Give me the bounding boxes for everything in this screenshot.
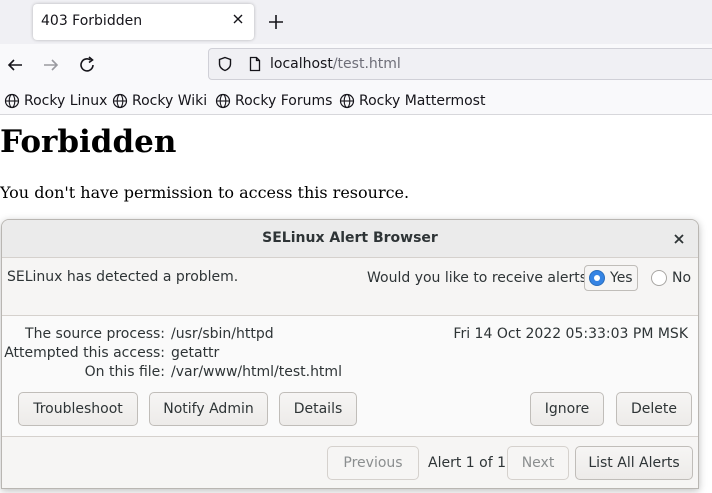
dialog-title: SELinux Alert Browser <box>262 230 438 246</box>
bookmark-rocky-mattermost[interactable]: Rocky Mattermost <box>339 92 485 110</box>
radio-yes[interactable]: Yes <box>584 265 638 291</box>
radio-button-checked[interactable] <box>589 270 605 286</box>
radio-no[interactable]: No <box>647 265 695 291</box>
file-value: /var/www/html/test.html <box>171 364 342 380</box>
radio-button[interactable] <box>651 270 667 286</box>
bookmarks-toolbar: Rocky Linux Rocky Wiki Rocky Forums Rock… <box>0 85 712 115</box>
globe-icon <box>4 93 20 109</box>
list-all-alerts-button[interactable]: List All Alerts <box>575 446 693 480</box>
navigation-toolbar: localhost/test.html <box>0 44 712 85</box>
access-value: getattr <box>171 345 220 361</box>
bookmark-label: Rocky Forums <box>235 93 333 109</box>
alert-detail-panel: The source process: /usr/sbin/httpd Atte… <box>2 315 698 437</box>
tab-title: 403 Forbidden <box>41 13 143 29</box>
back-arrow-icon[interactable] <box>4 54 26 76</box>
dialog-header[interactable]: SELinux Alert Browser <box>2 220 698 258</box>
alert-pager-text: Alert 1 of 1 <box>428 455 506 471</box>
detected-message: SELinux has detected a problem. <box>7 269 239 285</box>
globe-icon <box>339 93 355 109</box>
close-icon[interactable] <box>231 12 245 26</box>
access-label: Attempted this access: <box>4 345 165 361</box>
notify-admin-button[interactable]: Notify Admin <box>149 392 268 426</box>
page-icon[interactable] <box>247 56 263 72</box>
reload-icon[interactable] <box>76 54 98 76</box>
radio-yes-label: Yes <box>610 270 633 286</box>
forward-arrow-icon[interactable] <box>40 54 62 76</box>
details-button[interactable]: Details <box>279 392 357 426</box>
url-path: /test.html <box>332 56 401 72</box>
next-button[interactable]: Next <box>507 446 569 480</box>
selinux-alert-dialog: SELinux Alert Browser SELinux has detect… <box>1 219 699 489</box>
plus-icon[interactable] <box>266 12 286 32</box>
alert-question: Would you like to receive alerts? <box>367 270 595 286</box>
delete-button[interactable]: Delete <box>616 392 692 426</box>
source-process-value: /usr/sbin/httpd <box>171 326 274 342</box>
url-text[interactable]: localhost/test.html <box>270 56 401 72</box>
url-bar[interactable]: localhost/test.html <box>208 48 712 80</box>
file-label: On this file: <box>84 364 165 380</box>
tab-403-forbidden[interactable]: 403 Forbidden <box>33 4 254 40</box>
globe-icon <box>112 93 128 109</box>
source-process-label: The source process: <box>25 326 165 342</box>
alert-timestamp: Fri 14 Oct 2022 05:33:03 PM MSK <box>453 326 688 342</box>
close-icon[interactable] <box>672 232 686 246</box>
bookmark-label: Rocky Wiki <box>132 93 208 109</box>
tab-bar: 403 Forbidden <box>0 0 712 44</box>
bookmark-label: Rocky Linux <box>24 93 108 109</box>
globe-icon <box>215 93 231 109</box>
bookmark-label: Rocky Mattermost <box>359 93 486 109</box>
bookmark-rocky-linux[interactable]: Rocky Linux <box>4 92 107 110</box>
bookmark-rocky-wiki[interactable]: Rocky Wiki <box>112 92 207 110</box>
shield-icon[interactable] <box>217 56 233 72</box>
page-title: Forbidden <box>0 124 177 160</box>
ignore-button[interactable]: Ignore <box>530 392 604 426</box>
radio-no-label: No <box>672 270 692 286</box>
bookmark-rocky-forums[interactable]: Rocky Forums <box>215 92 332 110</box>
page-message: You don't have permission to access this… <box>0 183 410 202</box>
previous-button[interactable]: Previous <box>327 446 419 480</box>
troubleshoot-button[interactable]: Troubleshoot <box>18 392 138 426</box>
url-host: localhost <box>270 56 333 72</box>
